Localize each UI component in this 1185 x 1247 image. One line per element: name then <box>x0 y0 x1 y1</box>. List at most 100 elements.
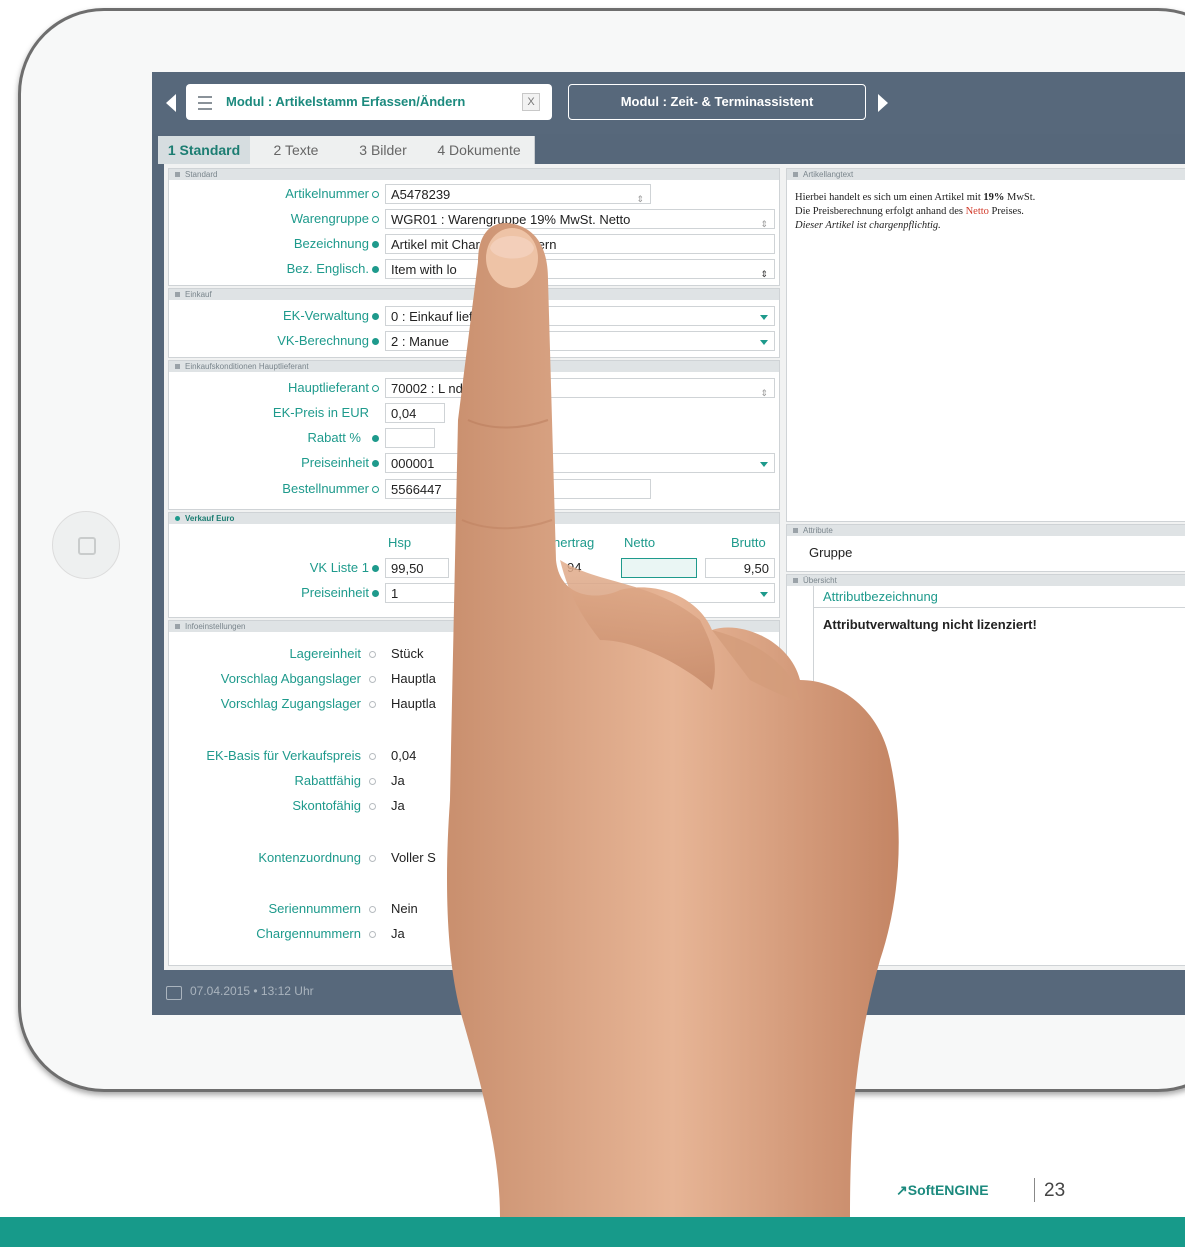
hauptlieferant-field[interactable]: 70002 : L nd ⇕ <box>385 378 775 398</box>
panel-header: Einkauf <box>169 289 779 300</box>
vk-netto-field[interactable] <box>621 558 697 578</box>
bezeichnung-label: Bezeichnung <box>293 236 369 251</box>
panel-title: Standard <box>185 170 218 179</box>
required-marker-icon <box>372 460 379 467</box>
home-icon <box>78 537 96 555</box>
optional-marker-icon <box>372 486 379 493</box>
preiseinheit-vk-select[interactable]: 1 <box>385 583 775 603</box>
chevron-down-icon[interactable] <box>760 592 768 597</box>
panel-title: Artikellangtext <box>803 170 854 179</box>
panel-title: Attribute <box>803 526 833 535</box>
seriennummern-value: Nein <box>391 901 418 916</box>
panel-header: Verkauf Euro <box>169 513 779 524</box>
marker-icon <box>369 931 376 938</box>
vk-berechnung-select[interactable]: 2 : Manue <box>385 331 775 351</box>
ek-verwaltung-select[interactable]: 0 : Einkauf lieferant <box>385 306 775 326</box>
subtab-number: 3 <box>359 142 368 158</box>
tab-scroll-left-icon[interactable] <box>166 94 176 112</box>
header-divider <box>813 607 1185 608</box>
skontofaehig-value: Ja <box>391 798 405 813</box>
collapse-icon[interactable] <box>175 292 180 297</box>
artikelnummer-label: Artikelnummer <box>285 186 369 201</box>
marker-icon <box>369 676 376 683</box>
langtext-bold: 19% <box>983 192 1005 203</box>
panel-title: Übersicht <box>803 576 837 585</box>
panel-artikellangtext: Artikellangtext Hierbei handelt es sich … <box>786 168 1185 522</box>
close-tab-icon[interactable]: X <box>522 93 540 111</box>
spinner-icon[interactable]: ⇕ <box>636 189 644 203</box>
panel-standard: Standard Artikelnummer A5478239 ⇕ Warengr… <box>168 168 780 286</box>
collapse-icon[interactable] <box>793 578 798 583</box>
ek-preis-label: EK-Preis in EUR <box>272 405 369 420</box>
chevron-down-icon[interactable] <box>760 462 768 467</box>
rabatt-field[interactable] <box>385 428 435 448</box>
required-marker-icon <box>372 590 379 597</box>
calendar-icon <box>166 986 182 1000</box>
collapse-icon[interactable] <box>175 624 180 629</box>
marker-icon <box>369 651 376 658</box>
bezeichnung-field[interactable]: Artikel mit Chargennummern <box>385 234 775 254</box>
bestellnummer-field[interactable]: 5566447 <box>385 479 651 499</box>
collapse-icon[interactable] <box>175 172 180 177</box>
zugangslager-label: Vorschlag Zugangslager <box>220 696 361 711</box>
brand-logo: ↗SoftENGINE <box>896 1182 989 1198</box>
collapse-icon[interactable] <box>793 172 798 177</box>
subtab-standard[interactable]: 1 Standard <box>158 136 251 164</box>
panel-header: Standard <box>169 169 779 180</box>
artikelnummer-field[interactable]: A5478239 ⇕ <box>385 184 651 204</box>
langtext-line-2: Die Preisberechnung erfolgt anhand des N… <box>795 205 1035 219</box>
vk-hsp-field[interactable]: 99,50 <box>385 558 449 578</box>
menu-icon[interactable] <box>198 96 212 110</box>
subtab-label: Standard <box>179 142 241 158</box>
status-datetime: 07.04.2015 • 13:12 Uhr <box>190 984 314 998</box>
spinner-icon[interactable]: ⇕ <box>760 214 768 228</box>
chevron-down-icon[interactable] <box>760 340 768 345</box>
ek-basis-value: 0,04 <box>391 748 417 763</box>
langtext-text: Preises. <box>988 206 1024 217</box>
bez-englisch-value: Item with lo <box>391 262 457 277</box>
vk-liste-label: VK Liste 1 <box>309 560 369 575</box>
tab-zeit-terminassistent[interactable]: Modul : Zeit- & Terminassistent <box>568 84 866 120</box>
ek-preis-field[interactable]: 0,04 <box>385 403 445 423</box>
bestellnummer-value: 5566447 <box>391 482 442 497</box>
warengruppe-field[interactable]: WGR01 : Warengruppe 19% MwSt. Netto ⇕ <box>385 209 775 229</box>
collapse-icon[interactable] <box>175 364 180 369</box>
vk-hsp-value: 99,50 <box>391 561 424 576</box>
panel-attribute: Attribute Gruppe <box>786 524 1185 572</box>
required-marker-icon <box>372 266 379 273</box>
tab-scroll-right-icon[interactable] <box>878 94 888 112</box>
collapse-icon[interactable] <box>175 516 180 521</box>
kontenzuordnung-label: Kontenzuordnung <box>258 850 361 865</box>
ek-verwaltung-value: 0 : Einkauf lieferant <box>391 309 503 324</box>
subtab-number: 4 <box>437 142 446 158</box>
subtab-bilder[interactable]: 3 Bilder <box>342 136 425 164</box>
home-button[interactable] <box>52 511 120 579</box>
spinner-icon[interactable]: ⇕ <box>760 264 768 278</box>
marker-icon <box>369 803 376 810</box>
panel-title: Einkauf <box>185 290 212 299</box>
vk-brutto-field[interactable]: 9,50 <box>705 558 775 578</box>
subtab-number: 1 <box>167 142 176 158</box>
collapse-icon[interactable] <box>793 528 798 533</box>
panel-header: Attribute <box>787 525 1185 536</box>
col-netto: Netto <box>624 535 656 550</box>
subtab-texte[interactable]: 2 Texte <box>250 136 343 164</box>
langtext-red: Netto <box>965 206 989 217</box>
col-brutto: Brutto <box>731 535 766 550</box>
hauptlieferant-value: 70002 : L nd <box>391 381 463 396</box>
ek-verwaltung-label: EK-Verwaltung <box>283 308 369 323</box>
module-tab-bar: Modul : Artikelstamm Erfassen/Ändern X M… <box>152 72 1185 134</box>
col-attributbezeichnung[interactable]: Attributbezeichnung <box>823 589 938 604</box>
bez-englisch-field[interactable]: Item with lo ⇕ <box>385 259 775 279</box>
chargennummern-label: Chargennummern <box>256 926 361 941</box>
abgangslager-value: Hauptla <box>391 671 436 686</box>
hauptlieferant-label: Hauptlieferant <box>288 380 369 395</box>
tab-artikelstamm[interactable]: Modul : Artikelstamm Erfassen/Ändern X <box>186 84 552 120</box>
attribut-message: Attributverwaltung nicht lizenziert! <box>823 617 1037 632</box>
chevron-down-icon[interactable] <box>760 315 768 320</box>
artikellangtext-content[interactable]: Hierbei handelt es sich um einen Artikel… <box>795 191 1035 233</box>
subtab-dokumente[interactable]: 4 Dokumente <box>424 136 535 164</box>
preiseinheit-ek-select[interactable]: 000001 <box>385 453 775 473</box>
spinner-icon[interactable]: ⇕ <box>760 383 768 397</box>
optional-marker-icon <box>372 385 379 392</box>
